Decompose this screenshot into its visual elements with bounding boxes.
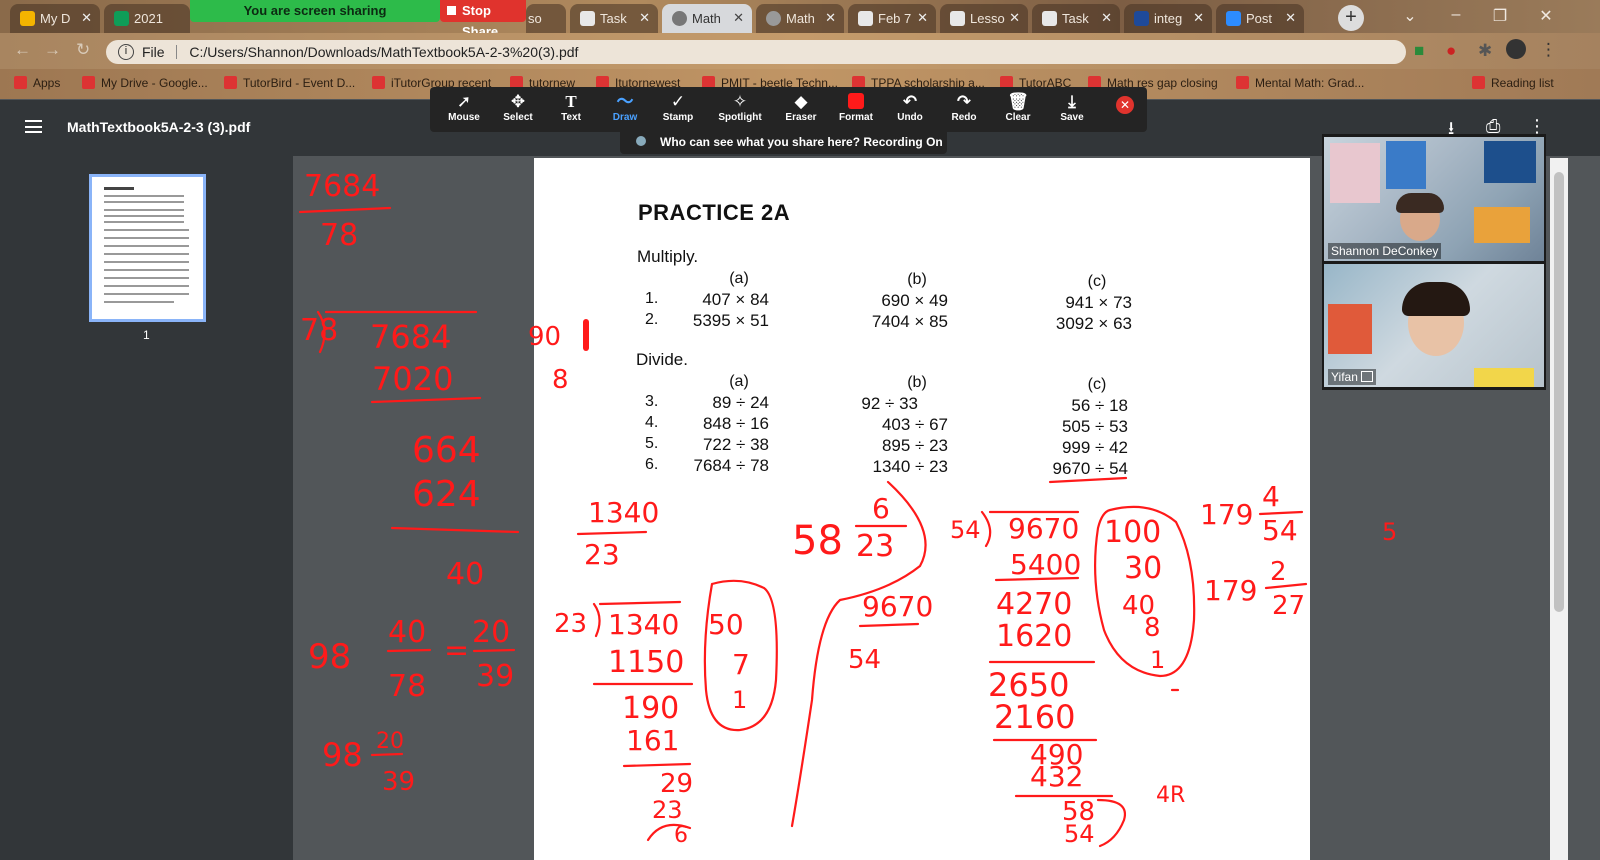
ink-number: 78 xyxy=(300,313,338,348)
ink-number: 90 xyxy=(528,322,561,352)
participant-video[interactable]: Shannon DeConkey xyxy=(1324,137,1544,261)
handwritten-annotations: 7684 78 78 7684 7020 664 624 40 98 40 78… xyxy=(298,169,1397,848)
ink-number: 30 xyxy=(1124,551,1162,586)
wall-poster xyxy=(1484,141,1536,183)
ink-number: 50 xyxy=(708,608,744,641)
ink-number: 39 xyxy=(382,767,415,797)
ink-number: 179 xyxy=(1204,574,1257,607)
ink-number: 1 xyxy=(732,686,747,714)
ink-number: 7 xyxy=(732,648,750,681)
wall-poster xyxy=(1474,207,1530,243)
ink-number: 2 xyxy=(1270,557,1287,587)
ink-number: 4R xyxy=(1156,783,1185,808)
participant-video[interactable]: Yifan xyxy=(1324,264,1544,387)
ink-symbol: = xyxy=(444,633,469,668)
ink-fraction-bar xyxy=(298,206,392,214)
ink-subtraction-line xyxy=(858,622,920,628)
ink-number: 432 xyxy=(1030,760,1083,793)
ink-number: 27 xyxy=(1272,591,1305,621)
ink-number: 98 xyxy=(308,637,351,677)
ink-number: 8 xyxy=(1144,613,1161,643)
ink-number: 54 xyxy=(1064,820,1095,848)
ink-number: 23 xyxy=(652,796,683,824)
ink-number: 1340 xyxy=(588,496,659,529)
ink-number: 23 xyxy=(584,538,620,571)
ink-number: 1150 xyxy=(608,645,684,680)
ink-number: 9670 xyxy=(862,590,933,623)
ink-number: 98 xyxy=(322,736,363,774)
ink-number: 664 xyxy=(412,430,481,471)
ink-number: 161 xyxy=(626,724,679,757)
clothing xyxy=(1474,368,1534,387)
ink-number: 179 xyxy=(1200,498,1253,531)
ink-number: 1340 xyxy=(608,608,679,641)
ink-number: 4 xyxy=(1262,480,1280,513)
ink-number: 5 xyxy=(1382,518,1397,546)
participant-hair xyxy=(1396,193,1444,213)
wall-art xyxy=(1328,304,1372,354)
ink-number: 190 xyxy=(622,691,679,726)
ink-number: 9670 xyxy=(1008,512,1079,545)
ink-curve xyxy=(1096,798,1127,848)
ink-number: 1 xyxy=(1150,646,1165,674)
participant-name: Yifan xyxy=(1328,369,1377,385)
ink-number: 23 xyxy=(856,529,894,564)
wall-poster xyxy=(1330,143,1380,203)
ink-fraction-bar xyxy=(370,752,404,757)
ink-subtraction-line xyxy=(390,526,520,534)
ink-number: 20 xyxy=(472,615,510,650)
ink-number: 1620 xyxy=(996,619,1072,654)
ink-number: 54 xyxy=(950,516,981,544)
ink-number: 54 xyxy=(1262,514,1298,547)
ink-number: 39 xyxy=(476,659,514,694)
caption-icon xyxy=(1361,371,1374,382)
ink-number: 7684 xyxy=(304,169,380,204)
ink-number: 40 xyxy=(446,557,484,592)
ink-number: 23 xyxy=(554,609,587,639)
participant-name: Shannon DeConkey xyxy=(1328,243,1442,259)
participant-hair xyxy=(1402,282,1470,316)
ink-number: 624 xyxy=(412,474,481,515)
ink-number: 29 xyxy=(660,769,693,799)
ink-number: 54 xyxy=(848,645,881,675)
ink-number: 7684 xyxy=(370,318,451,356)
ink-number: 2160 xyxy=(994,698,1075,736)
ink-number: 5400 xyxy=(1010,548,1081,581)
ink-number: 20 xyxy=(376,729,404,754)
ink-number: 78 xyxy=(388,669,426,704)
ink-underline xyxy=(1048,476,1128,484)
ink-number: 8 xyxy=(552,365,569,395)
ink-number: 78 xyxy=(320,218,358,253)
ink-subtraction-line xyxy=(370,396,482,404)
ink-number: 100 xyxy=(1104,515,1161,550)
wall-poster xyxy=(1386,141,1426,189)
ink-number: 7020 xyxy=(372,360,453,398)
ink-fraction-bar xyxy=(576,530,648,536)
ink-number: 58 xyxy=(792,518,843,564)
ink-number: 6 xyxy=(872,492,890,525)
ink-number: 40 xyxy=(388,615,426,650)
ink-number: 4270 xyxy=(996,587,1072,622)
